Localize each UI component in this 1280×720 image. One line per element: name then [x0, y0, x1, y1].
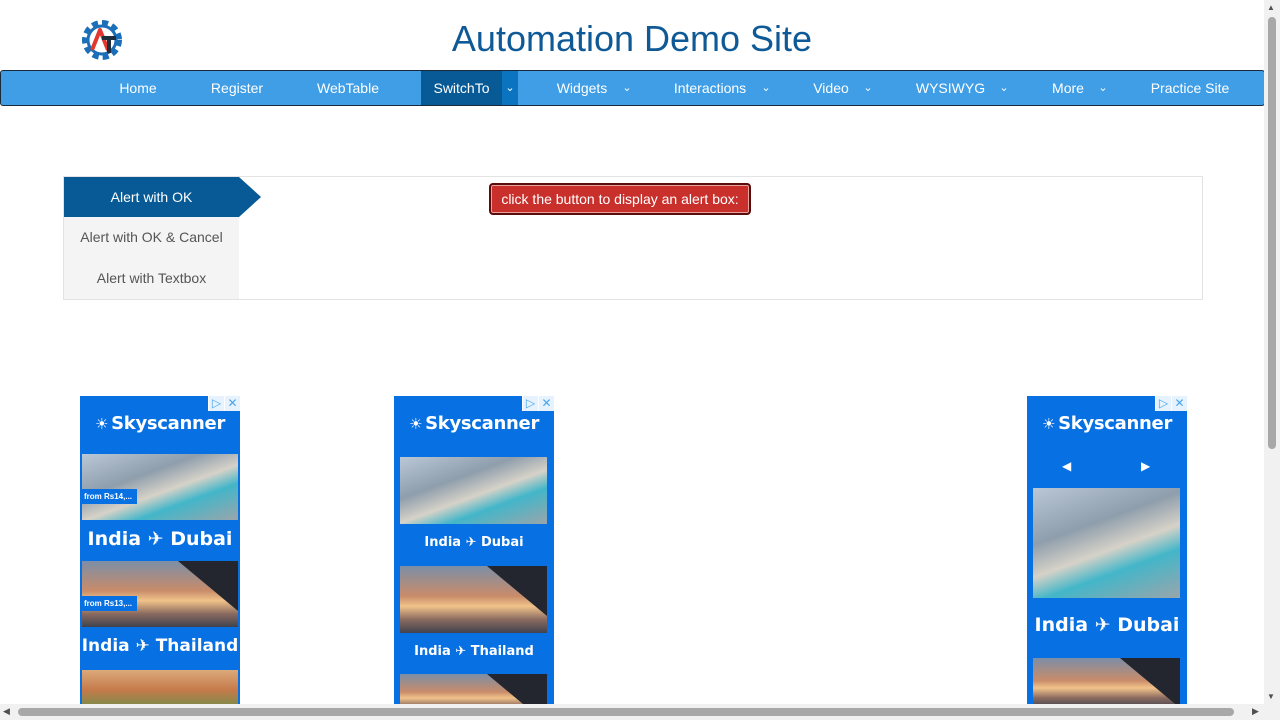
ad-route: India ✈ Dubai [1034, 614, 1180, 636]
ad-choices-icon[interactable]: ▷ [208, 396, 224, 411]
ad-controls: ▷ ✕ [208, 396, 240, 411]
nav-widgets[interactable]: Widgets [543, 71, 621, 105]
ad-image-dubai [1033, 488, 1180, 598]
scroll-left-icon[interactable]: ◀ [3, 706, 10, 717]
active-tab-arrow [239, 177, 261, 217]
nav-interactions[interactable]: Interactions [661, 71, 759, 105]
chevron-down-icon[interactable]: ⌄ [758, 71, 774, 105]
chevron-down-icon[interactable]: ⌄ [1095, 71, 1111, 105]
scroll-down-icon[interactable]: ▼ [1267, 692, 1275, 701]
alert-tabs: Alert with OK Alert with OK & Cancel Ale… [64, 177, 261, 299]
plane-wing [1120, 658, 1180, 706]
ad-route: India ✈ Dubai [87, 528, 233, 550]
vertical-scrollbar[interactable]: ▲ ▼ [1264, 0, 1280, 720]
ad-brand-text: Skyscanner [1058, 413, 1173, 434]
close-icon[interactable]: ✕ [538, 396, 554, 411]
ad-banner-middle[interactable]: ▷ ✕ ☀ Skyscanner India ✈ Dubai India ✈ Th… [394, 396, 554, 706]
chevron-down-icon[interactable]: ⌄ [502, 71, 518, 105]
nav-video[interactable]: Video [801, 71, 861, 105]
plane-wing [487, 566, 547, 616]
ad-brand-text: Skyscanner [111, 413, 226, 434]
ad-image-dubai [82, 454, 238, 520]
ad-price: from Rs13,... [80, 596, 137, 611]
plane-wing [178, 561, 238, 611]
chevron-down-icon[interactable]: ⌄ [619, 71, 635, 105]
ad-image-thailand [400, 566, 547, 633]
ad-price: from Rs14,... [80, 489, 137, 504]
skyscanner-sun-icon: ☀ [408, 415, 423, 433]
nav-more[interactable]: More [1039, 71, 1097, 105]
ad-banner-left[interactable]: ▷ ✕ ☀ Skyscanner from Rs14,... India ✈ Du… [80, 396, 240, 706]
ad-brand: ☀ Skyscanner [1027, 413, 1187, 434]
ad-route: India ✈ Dubai [424, 535, 524, 550]
site-title: Automation Demo Site [451, 18, 813, 59]
ad-image-temple [82, 670, 238, 706]
ad-route: India ✈ Thailand [81, 636, 239, 656]
carousel-prev-icon[interactable]: ◀ [1062, 459, 1071, 473]
nav-register[interactable]: Register [197, 71, 277, 105]
nav-practice-site[interactable]: Practice Site [1137, 71, 1243, 105]
main-navbar: Home Register WebTable SwitchTo ⌄ Widget… [0, 70, 1265, 106]
scroll-right-icon[interactable]: ▶ [1252, 706, 1259, 717]
plane-wing [487, 674, 547, 706]
ad-banner-right[interactable]: ▷ ✕ ☀ Skyscanner ◀ ▶ India ✈ Dubai [1027, 396, 1187, 706]
tab-alert-ok[interactable]: Alert with OK [64, 177, 239, 217]
horizontal-scroll-thumb[interactable] [18, 708, 1234, 716]
ad-image-thailand [82, 561, 238, 627]
tab-alert-textbox[interactable]: Alert with Textbox [64, 258, 239, 298]
alert-panel: Alert with OK Alert with OK & Cancel Ale… [63, 176, 1203, 300]
skyscanner-sun-icon: ☀ [1041, 415, 1056, 433]
tab-alert-ok-cancel[interactable]: Alert with OK & Cancel [64, 217, 239, 257]
skyscanner-sun-icon: ☀ [94, 415, 109, 433]
carousel-next-icon[interactable]: ▶ [1141, 459, 1150, 473]
ad-image-wing [1033, 658, 1180, 706]
ad-image-wing [400, 674, 547, 706]
display-alert-button[interactable]: click the button to display an alert box… [489, 183, 751, 215]
nav-wysiwyg[interactable]: WYSIWYG [903, 71, 998, 105]
nav-webtable[interactable]: WebTable [301, 71, 395, 105]
ad-route: India ✈ Thailand [414, 644, 534, 659]
ad-controls: ▷ ✕ [1155, 396, 1187, 411]
horizontal-scrollbar[interactable]: ◀ ▶ [0, 704, 1264, 720]
vertical-scroll-thumb[interactable] [1268, 17, 1276, 449]
close-icon[interactable]: ✕ [1171, 396, 1187, 411]
nav-switchto[interactable]: SwitchTo [421, 71, 502, 105]
page: Automation Demo Site Home Register WebTa… [0, 0, 1280, 720]
ad-brand: ☀ Skyscanner [80, 413, 240, 434]
scroll-up-icon[interactable]: ▲ [1267, 3, 1275, 12]
chevron-down-icon[interactable]: ⌄ [860, 71, 876, 105]
nav-home[interactable]: Home [100, 71, 176, 105]
ad-brand: ☀ Skyscanner [394, 413, 554, 434]
ad-choices-icon[interactable]: ▷ [1155, 396, 1171, 411]
ad-choices-icon[interactable]: ▷ [522, 396, 538, 411]
ad-brand-text: Skyscanner [425, 413, 540, 434]
close-icon[interactable]: ✕ [224, 396, 240, 411]
ad-image-dubai [400, 457, 547, 524]
ad-controls: ▷ ✕ [522, 396, 554, 411]
chevron-down-icon[interactable]: ⌄ [996, 71, 1012, 105]
